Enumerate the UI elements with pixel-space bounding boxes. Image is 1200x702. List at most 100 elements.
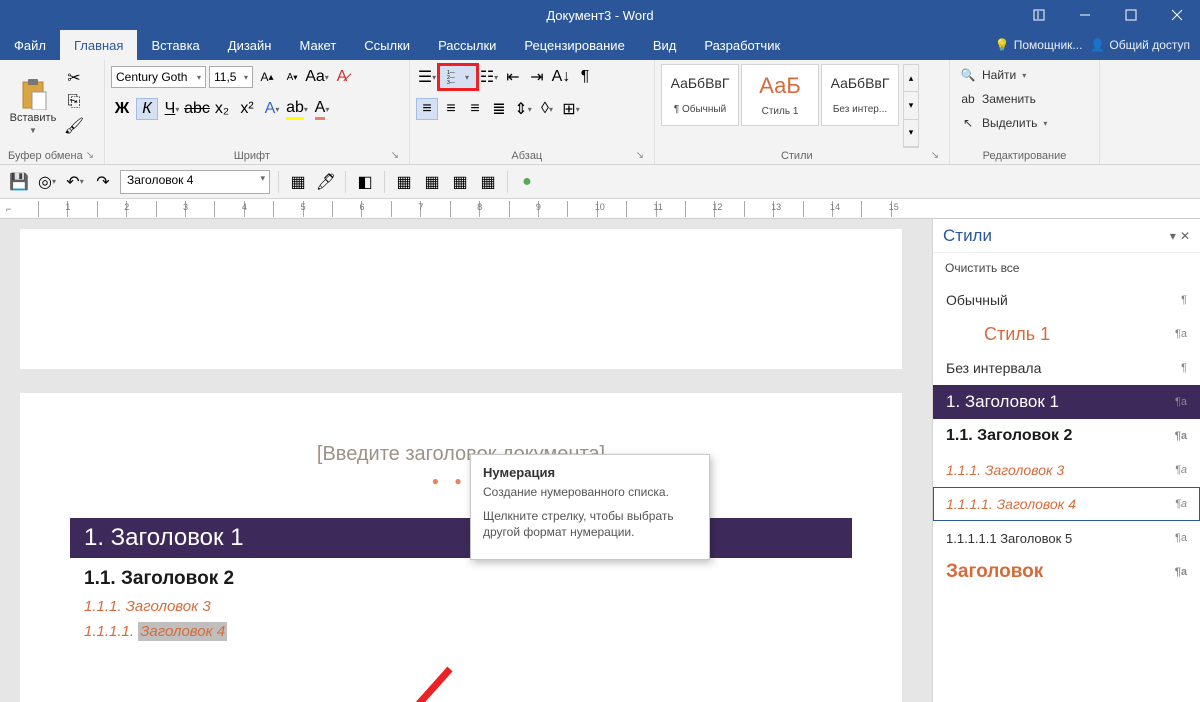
tab-макет[interactable]: Макет (285, 30, 350, 60)
line-spacing-icon[interactable]: ⇕▾ (512, 98, 534, 120)
tab-рецензирование[interactable]: Рецензирование (510, 30, 638, 60)
shrink-font-icon[interactable]: A▾ (281, 66, 303, 88)
italic-button[interactable]: К (136, 98, 158, 120)
style-card-0[interactable]: АаБбВвГ¶ Обычный (661, 64, 739, 126)
clear-all-styles[interactable]: Очистить все (933, 253, 1200, 283)
tab-ссылки[interactable]: Ссылки (350, 30, 424, 60)
qat-record-icon[interactable]: ● (516, 171, 538, 193)
select-button[interactable]: ↖Выделить▾ (956, 112, 1093, 134)
tab-рассылки[interactable]: Рассылки (424, 30, 510, 60)
font-color-icon[interactable]: A▾ (311, 98, 333, 120)
bold-button[interactable]: Ж (111, 98, 133, 120)
clear-formatting-icon[interactable]: A̷ (331, 66, 353, 88)
qat-preview-icon[interactable]: ◎▾ (36, 171, 58, 193)
tab-дизайн[interactable]: Дизайн (214, 30, 286, 60)
font-size-combo[interactable]: 11,5▾ (209, 66, 253, 88)
styles-launcher-icon[interactable]: ↘ (931, 150, 939, 161)
font-name-combo[interactable]: Century Goth▾ (111, 66, 206, 88)
ribbon-display-icon[interactable] (1016, 0, 1062, 30)
align-center-icon[interactable]: ≡ (440, 98, 462, 120)
clipboard-launcher-icon[interactable]: ↘ (86, 150, 94, 161)
style-pane-item-2[interactable]: Без интервала¶ (933, 351, 1200, 385)
change-case-icon[interactable]: Aa▾ (306, 66, 328, 88)
underline-button[interactable]: Ч▾ (161, 98, 183, 120)
undo-icon[interactable]: ↶▾ (64, 171, 86, 193)
heading-1[interactable]: 1. Заголовок 1 (70, 518, 852, 558)
style-pane-item-3[interactable]: 1. Заголовок 1¶a (933, 385, 1200, 419)
bullets-icon[interactable]: ☰▾ (416, 66, 438, 88)
text-effects-icon[interactable]: A▾ (261, 98, 283, 120)
gallery-more-icon[interactable]: ▾ (904, 120, 918, 147)
style-card-2[interactable]: АаБбВвГБез интер... (821, 64, 899, 126)
document-area[interactable]: [Введите заголовок документа] ● ● ● 1. З… (0, 219, 932, 702)
font-launcher-icon[interactable]: ↘ (391, 150, 399, 161)
style-pane-item-7[interactable]: 1.1.1.1.1 Заголовок 5¶a (933, 521, 1200, 555)
paragraph-group-label: Абзац (418, 150, 636, 162)
subscript-button[interactable]: x₂ (211, 98, 233, 120)
align-right-icon[interactable]: ≡ (464, 98, 486, 120)
maximize-icon[interactable] (1108, 0, 1154, 30)
shading-icon[interactable]: ◊▾ (536, 98, 558, 120)
save-icon[interactable]: 💾 (8, 171, 30, 193)
ruler-toggle-icon[interactable]: ⌐ (6, 204, 11, 214)
doc-title-placeholder[interactable]: [Введите заголовок документа] (70, 443, 852, 466)
qat-table-icon[interactable]: ▦ (287, 171, 309, 193)
style-pane-item-8[interactable]: Заголовок¶a (933, 555, 1200, 589)
borders-icon[interactable]: ⊞▾ (560, 98, 582, 120)
tab-главная[interactable]: Главная (60, 30, 137, 60)
paste-button[interactable]: Вставить ▼ (6, 64, 60, 148)
styles-group-label: Стили (663, 150, 931, 162)
redo-icon[interactable]: ↷ (92, 171, 114, 193)
styles-pane-options-icon[interactable]: ▾ (1170, 229, 1176, 243)
minimize-icon[interactable] (1062, 0, 1108, 30)
find-button[interactable]: 🔍Найти▾ (956, 64, 1093, 86)
tab-вид[interactable]: Вид (639, 30, 691, 60)
tab-вставка[interactable]: Вставка (137, 30, 213, 60)
gallery-up-icon[interactable]: ▴ (904, 65, 918, 92)
tab-файл[interactable]: Файл (0, 30, 60, 60)
cut-icon[interactable]: ✂ (64, 68, 84, 88)
qat-paint-icon[interactable]: 🖊 (315, 171, 337, 193)
tell-me[interactable]: 💡 Помощник... (995, 38, 1083, 52)
increase-indent-icon[interactable]: ⇥ (526, 66, 548, 88)
strikethrough-button[interactable]: abc (186, 98, 208, 120)
grow-font-icon[interactable]: A▴ (256, 66, 278, 88)
styles-gallery-expand[interactable]: ▴ ▾ ▾ (903, 64, 919, 148)
style-pane-item-6[interactable]: 1.1.1.1. Заголовок 4¶a (933, 487, 1200, 521)
gallery-down-icon[interactable]: ▾ (904, 92, 918, 119)
align-left-icon[interactable]: ≡ (416, 98, 438, 120)
heading-4[interactable]: 1.1.1.1. Заголовок 4 (70, 619, 852, 644)
highlight-icon[interactable]: ab▾ (286, 98, 308, 120)
show-marks-icon[interactable]: ¶ (574, 66, 596, 88)
qat-insert1-icon[interactable]: ▦ (393, 171, 415, 193)
replace-button[interactable]: abЗаменить (956, 88, 1093, 110)
style-pane-item-4[interactable]: 1.1. Заголовок 2¶a (933, 419, 1200, 453)
superscript-button[interactable]: x² (236, 98, 258, 120)
qat-erase-icon[interactable]: ◧ (354, 171, 376, 193)
qat-insert3-icon[interactable]: ▦ (449, 171, 471, 193)
tooltip-line-1: Создание нумерованного списка. (483, 484, 697, 500)
multilevel-list-icon[interactable]: ☷▾ (478, 66, 500, 88)
close-icon[interactable] (1154, 0, 1200, 30)
numbering-button[interactable]: 1—2—3—▾ (440, 66, 476, 88)
tab-разработчик[interactable]: Разработчик (690, 30, 794, 60)
style-pane-item-1[interactable]: Стиль 1¶a (933, 317, 1200, 351)
heading-2[interactable]: 1.1. Заголовок 2 (70, 558, 852, 594)
tell-me-label: Помощник... (1014, 38, 1083, 52)
style-pane-item-0[interactable]: Обычный¶ (933, 283, 1200, 317)
decrease-indent-icon[interactable]: ⇤ (502, 66, 524, 88)
qat-insert2-icon[interactable]: ▦ (421, 171, 443, 193)
sort-icon[interactable]: A↓ (550, 66, 572, 88)
format-painter-icon[interactable]: 🖌 (64, 116, 84, 136)
share-button[interactable]: 👤 Общий доступ (1090, 38, 1190, 52)
style-selector-combo[interactable]: Заголовок 4 (120, 170, 270, 194)
styles-pane-close-icon[interactable]: ✕ (1180, 229, 1190, 243)
copy-icon[interactable]: ⎘ (64, 92, 84, 112)
paragraph-launcher-icon[interactable]: ↘ (636, 150, 644, 161)
qat-insert4-icon[interactable]: ▦ (477, 171, 499, 193)
heading-3[interactable]: 1.1.1. Заголовок 3 (70, 594, 852, 619)
justify-icon[interactable]: ≣ (488, 98, 510, 120)
style-card-1[interactable]: АаБСтиль 1 (741, 64, 819, 126)
ruler[interactable]: ⌐ 123456789101112131415 (0, 199, 1200, 219)
style-pane-item-5[interactable]: 1.1.1. Заголовок 3¶a (933, 453, 1200, 487)
